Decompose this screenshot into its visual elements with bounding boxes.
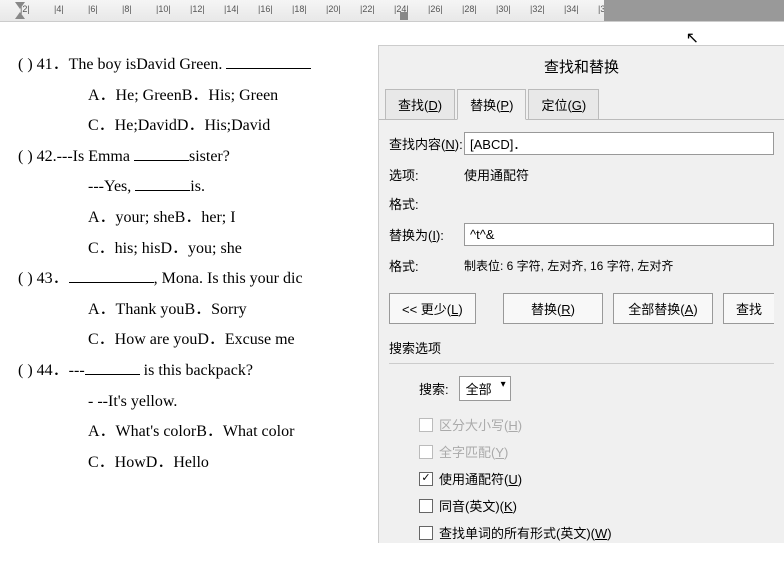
question-42-stem: ( ) 42.---Is Emma sister? — [18, 144, 368, 170]
mouse-cursor-icon: ↖ — [686, 28, 699, 48]
match-case-checkbox — [419, 418, 433, 432]
sounds-like-checkbox[interactable] — [419, 499, 433, 513]
find-content-label: 查找内容(N): — [389, 134, 464, 153]
less-button[interactable]: << 更少(L) — [389, 293, 476, 324]
hanging-indent-marker[interactable] — [15, 2, 25, 9]
replace-all-button[interactable]: 全部替换(A) — [613, 293, 713, 324]
question-44-line2: - --It's yellow. — [18, 389, 368, 415]
word-forms-checkbox[interactable] — [419, 526, 433, 540]
format-value: 制表位: 6 字符, 左对齐, 16 字符, 左对齐 — [464, 257, 774, 274]
horizontal-ruler[interactable]: |2||4||6||8||10||12||14||16||18||20||22|… — [0, 0, 784, 22]
question-42-options-ab: A．your; sheB．her; I — [18, 205, 368, 231]
format-label-1: 格式: — [389, 194, 464, 213]
question-43-options-ab: A．Thank youB．Sorry — [18, 297, 368, 323]
question-44-stem: ( ) 44．--- is this backpack? — [18, 358, 368, 384]
question-44-options-ab: A．What's colorB．What color — [18, 419, 368, 445]
ruler-margin-area — [604, 0, 784, 21]
find-replace-dialog: 查找和替换 查找(D) 替换(P) 定位(G) 查找内容(N): 选项: 使用通… — [378, 45, 784, 543]
dialog-title: 查找和替换 — [379, 46, 784, 89]
question-41-options-cd: C．He;DavidD．His;David — [18, 113, 368, 139]
replace-button[interactable]: 替换(R) — [503, 293, 603, 324]
question-41-stem: ( ) 41．The boy isDavid Green. — [18, 52, 368, 78]
whole-word-label: 全字匹配(Y) — [439, 442, 508, 461]
find-next-button[interactable]: 查找 — [723, 293, 774, 324]
word-forms-label: 查找单词的所有形式(英文)(W) — [439, 523, 612, 542]
format-label-2: 格式: — [389, 256, 464, 275]
options-label: 选项: — [389, 165, 464, 184]
question-42-line2: ---Yes, is. — [18, 174, 368, 200]
search-direction-label: 搜索: — [419, 379, 449, 398]
tab-find[interactable]: 查找(D) — [385, 89, 455, 119]
question-41-options-ab: A．He; GreenB．His; Green — [18, 83, 368, 109]
dialog-tabs: 查找(D) 替换(P) 定位(G) — [379, 89, 784, 120]
right-indent-marker[interactable] — [400, 12, 408, 20]
question-43-options-cd: C．How are youD．Excuse me — [18, 327, 368, 353]
options-value: 使用通配符 — [464, 165, 774, 184]
search-direction-select[interactable]: 全部 — [459, 376, 511, 401]
sounds-like-label: 同音(英文)(K) — [439, 496, 517, 515]
whole-word-checkbox — [419, 445, 433, 459]
document-content[interactable]: ( ) 41．The boy isDavid Green. A．He; Gree… — [0, 22, 378, 543]
tab-replace[interactable]: 替换(P) — [457, 89, 526, 120]
use-wildcards-label: 使用通配符(U) — [439, 469, 522, 488]
search-options-section: 搜索选项 — [389, 338, 774, 364]
question-43-stem: ( ) 43．, Mona. Is this your dic — [18, 266, 368, 292]
question-42-options-cd: C．his; hisD．you; she — [18, 236, 368, 262]
replace-with-input[interactable] — [464, 223, 774, 246]
replace-with-label: 替换为(I): — [389, 225, 464, 244]
match-case-label: 区分大小写(H) — [439, 415, 522, 434]
use-wildcards-checkbox[interactable] — [419, 472, 433, 486]
question-44-options-cd: C．HowD．Hello — [18, 450, 368, 476]
find-content-input[interactable] — [464, 132, 774, 155]
tab-goto[interactable]: 定位(G) — [528, 89, 599, 119]
first-line-indent-marker[interactable] — [15, 12, 25, 19]
